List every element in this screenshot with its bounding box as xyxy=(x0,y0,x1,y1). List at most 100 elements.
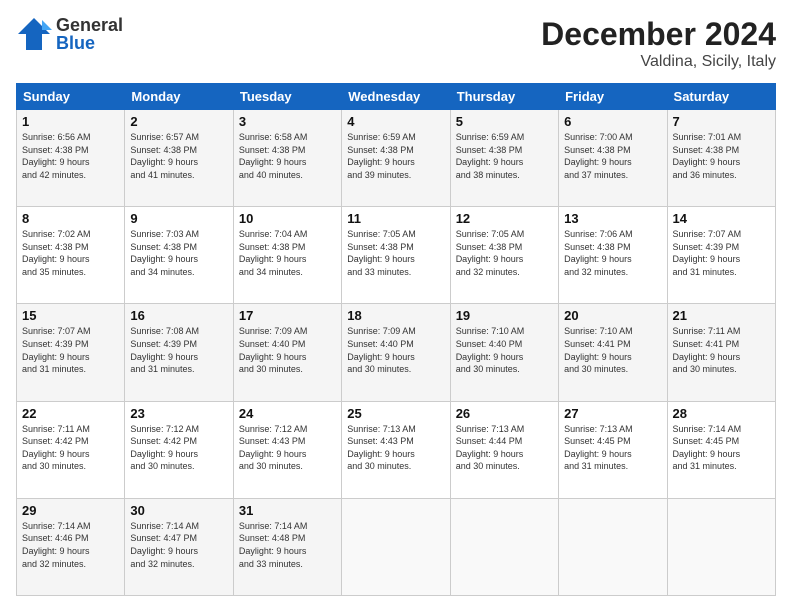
day-info: Sunrise: 7:12 AM Sunset: 4:42 PM Dayligh… xyxy=(130,423,227,473)
day-number: 30 xyxy=(130,503,227,518)
header-sunday: Sunday xyxy=(17,84,125,110)
page: General Blue December 2024 Valdina, Sici… xyxy=(0,0,792,612)
table-row: 11 Sunrise: 7:05 AM Sunset: 4:38 PM Dayli… xyxy=(342,207,450,304)
day-number: 9 xyxy=(130,211,227,226)
day-info: Sunrise: 7:14 AM Sunset: 4:46 PM Dayligh… xyxy=(22,520,119,570)
day-number: 5 xyxy=(456,114,553,129)
day-info: Sunrise: 7:05 AM Sunset: 4:38 PM Dayligh… xyxy=(456,228,553,278)
day-info: Sunrise: 7:13 AM Sunset: 4:44 PM Dayligh… xyxy=(456,423,553,473)
day-number: 24 xyxy=(239,406,336,421)
header-saturday: Saturday xyxy=(667,84,775,110)
header-tuesday: Tuesday xyxy=(233,84,341,110)
table-row: 23 Sunrise: 7:12 AM Sunset: 4:42 PM Dayli… xyxy=(125,401,233,498)
day-info: Sunrise: 7:01 AM Sunset: 4:38 PM Dayligh… xyxy=(673,131,770,181)
table-row xyxy=(450,498,558,595)
day-number: 26 xyxy=(456,406,553,421)
calendar-table: Sunday Monday Tuesday Wednesday Thursday… xyxy=(16,83,776,596)
day-number: 29 xyxy=(22,503,119,518)
table-row: 10 Sunrise: 7:04 AM Sunset: 4:38 PM Dayli… xyxy=(233,207,341,304)
day-number: 25 xyxy=(347,406,444,421)
day-number: 21 xyxy=(673,308,770,323)
table-row: 2Sunrise: 6:57 AM Sunset: 4:38 PM Daylig… xyxy=(125,110,233,207)
day-info: Sunrise: 7:13 AM Sunset: 4:45 PM Dayligh… xyxy=(564,423,661,473)
week-row-1: 1 Sunrise: 6:56 AM Sunset: 4:38 PM Daylig… xyxy=(17,110,776,207)
day-info: Sunrise: 7:09 AM Sunset: 4:40 PM Dayligh… xyxy=(347,325,444,375)
day-number: 8 xyxy=(22,211,119,226)
day-info: Sunrise: 7:05 AM Sunset: 4:38 PM Dayligh… xyxy=(347,228,444,278)
day-number: 17 xyxy=(239,308,336,323)
table-row: 14 Sunrise: 7:07 AM Sunset: 4:39 PM Dayli… xyxy=(667,207,775,304)
day-number: 7 xyxy=(673,114,770,129)
day-info: Sunrise: 7:04 AM Sunset: 4:38 PM Dayligh… xyxy=(239,228,336,278)
day-info: Sunrise: 7:11 AM Sunset: 4:41 PM Dayligh… xyxy=(673,325,770,375)
day-number: 1 xyxy=(22,114,119,129)
day-info: Sunrise: 6:59 AM Sunset: 4:38 PM Dayligh… xyxy=(347,131,444,181)
table-row: 18 Sunrise: 7:09 AM Sunset: 4:40 PM Dayli… xyxy=(342,304,450,401)
day-info: Sunrise: 7:11 AM Sunset: 4:42 PM Dayligh… xyxy=(22,423,119,473)
table-row: 26 Sunrise: 7:13 AM Sunset: 4:44 PM Dayli… xyxy=(450,401,558,498)
day-info: Sunrise: 7:07 AM Sunset: 4:39 PM Dayligh… xyxy=(673,228,770,278)
day-number: 13 xyxy=(564,211,661,226)
table-row: 21 Sunrise: 7:11 AM Sunset: 4:41 PM Dayli… xyxy=(667,304,775,401)
day-info: Sunrise: 7:14 AM Sunset: 4:48 PM Dayligh… xyxy=(239,520,336,570)
table-row: 24Sunrise: 7:12 AM Sunset: 4:43 PM Dayli… xyxy=(233,401,341,498)
week-row-3: 15 Sunrise: 7:07 AM Sunset: 4:39 PM Dayli… xyxy=(17,304,776,401)
day-info: Sunrise: 7:02 AM Sunset: 4:38 PM Dayligh… xyxy=(22,228,119,278)
day-number: 3 xyxy=(239,114,336,129)
table-row: 16 Sunrise: 7:08 AM Sunset: 4:39 PM Dayli… xyxy=(125,304,233,401)
week-row-5: 29 Sunrise: 7:14 AM Sunset: 4:46 PM Dayli… xyxy=(17,498,776,595)
day-info: Sunrise: 6:58 AM Sunset: 4:38 PM Dayligh… xyxy=(239,131,336,181)
table-row: 7 Sunrise: 7:01 AM Sunset: 4:38 PM Daylig… xyxy=(667,110,775,207)
day-number: 14 xyxy=(673,211,770,226)
day-number: 23 xyxy=(130,406,227,421)
logo-icon xyxy=(16,16,52,52)
day-info: Sunrise: 7:00 AM Sunset: 4:38 PM Dayligh… xyxy=(564,131,661,181)
day-number: 15 xyxy=(22,308,119,323)
day-number: 19 xyxy=(456,308,553,323)
day-number: 10 xyxy=(239,211,336,226)
day-number: 20 xyxy=(564,308,661,323)
calendar-title: December 2024 xyxy=(541,16,776,53)
table-row: 5 Sunrise: 6:59 AM Sunset: 4:38 PM Daylig… xyxy=(450,110,558,207)
header-friday: Friday xyxy=(559,84,667,110)
day-number: 11 xyxy=(347,211,444,226)
day-number: 31 xyxy=(239,503,336,518)
header-wednesday: Wednesday xyxy=(342,84,450,110)
table-row xyxy=(342,498,450,595)
day-info: Sunrise: 7:14 AM Sunset: 4:47 PM Dayligh… xyxy=(130,520,227,570)
table-row: 28Sunrise: 7:14 AM Sunset: 4:45 PM Dayli… xyxy=(667,401,775,498)
day-number: 18 xyxy=(347,308,444,323)
table-row: 25 Sunrise: 7:13 AM Sunset: 4:43 PM Dayli… xyxy=(342,401,450,498)
table-row: 1 Sunrise: 6:56 AM Sunset: 4:38 PM Daylig… xyxy=(17,110,125,207)
day-number: 16 xyxy=(130,308,227,323)
day-info: Sunrise: 7:13 AM Sunset: 4:43 PM Dayligh… xyxy=(347,423,444,473)
day-number: 2 xyxy=(130,114,227,129)
day-number: 22 xyxy=(22,406,119,421)
table-row: 27 Sunrise: 7:13 AM Sunset: 4:45 PM Dayli… xyxy=(559,401,667,498)
day-info: Sunrise: 6:59 AM Sunset: 4:38 PM Dayligh… xyxy=(456,131,553,181)
table-row: 19Sunrise: 7:10 AM Sunset: 4:40 PM Dayli… xyxy=(450,304,558,401)
table-row: 13 Sunrise: 7:06 AM Sunset: 4:38 PM Dayli… xyxy=(559,207,667,304)
day-info: Sunrise: 7:14 AM Sunset: 4:45 PM Dayligh… xyxy=(673,423,770,473)
day-number: 4 xyxy=(347,114,444,129)
day-info: Sunrise: 7:09 AM Sunset: 4:40 PM Dayligh… xyxy=(239,325,336,375)
day-info: Sunrise: 7:08 AM Sunset: 4:39 PM Dayligh… xyxy=(130,325,227,375)
table-row: 29 Sunrise: 7:14 AM Sunset: 4:46 PM Dayli… xyxy=(17,498,125,595)
header: General Blue December 2024 Valdina, Sici… xyxy=(16,16,776,71)
day-info: Sunrise: 7:07 AM Sunset: 4:39 PM Dayligh… xyxy=(22,325,119,375)
table-row: 9Sunrise: 7:03 AM Sunset: 4:38 PM Daylig… xyxy=(125,207,233,304)
week-row-4: 22 Sunrise: 7:11 AM Sunset: 4:42 PM Dayli… xyxy=(17,401,776,498)
day-info: Sunrise: 7:10 AM Sunset: 4:41 PM Dayligh… xyxy=(564,325,661,375)
calendar-subtitle: Valdina, Sicily, Italy xyxy=(541,53,776,71)
logo-blue: Blue xyxy=(56,34,123,52)
table-row: 3 Sunrise: 6:58 AM Sunset: 4:38 PM Daylig… xyxy=(233,110,341,207)
day-info: Sunrise: 6:56 AM Sunset: 4:38 PM Dayligh… xyxy=(22,131,119,181)
week-row-2: 8 Sunrise: 7:02 AM Sunset: 4:38 PM Daylig… xyxy=(17,207,776,304)
day-info: Sunrise: 7:06 AM Sunset: 4:38 PM Dayligh… xyxy=(564,228,661,278)
table-row xyxy=(667,498,775,595)
logo: General Blue xyxy=(16,16,123,52)
table-row: 12Sunrise: 7:05 AM Sunset: 4:38 PM Dayli… xyxy=(450,207,558,304)
table-row: 17 Sunrise: 7:09 AM Sunset: 4:40 PM Dayli… xyxy=(233,304,341,401)
day-number: 6 xyxy=(564,114,661,129)
day-number: 27 xyxy=(564,406,661,421)
